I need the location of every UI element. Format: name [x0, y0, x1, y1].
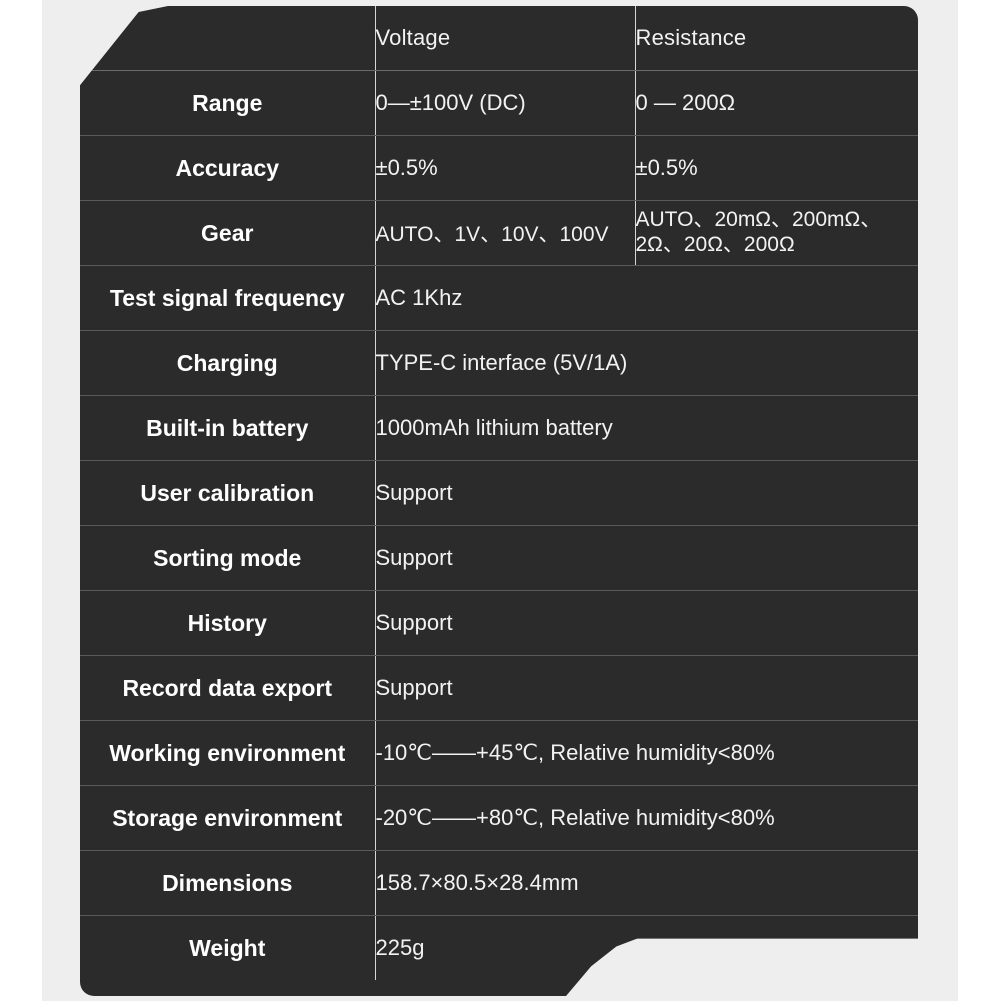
row-value-resistance: AUTO、20mΩ、200mΩ、 2Ω、20Ω、200Ω: [635, 200, 918, 266]
table-row: Storage environment -20℃——+80℃, Relative…: [80, 785, 918, 851]
header-cell-resistance: Resistance: [635, 6, 918, 71]
row-label: Gear: [80, 200, 376, 266]
row-label: Test signal frequency: [80, 265, 376, 331]
row-value: 1000mAh lithium battery: [375, 395, 918, 461]
row-label: Built-in battery: [80, 395, 376, 461]
row-value-voltage: ±0.5%: [375, 135, 636, 201]
row-label: Sorting mode: [80, 525, 376, 591]
row-label: Working environment: [80, 720, 376, 786]
row-value-voltage: 0—±100V (DC): [375, 70, 636, 136]
row-label: User calibration: [80, 460, 376, 526]
row-value-resistance: 0 — 200Ω: [635, 70, 918, 136]
table-row: Built-in battery 1000mAh lithium battery: [80, 395, 918, 461]
table-row: Working environment -10℃——+45℃, Relative…: [80, 720, 918, 786]
table-row: Charging TYPE-C interface (5V/1A): [80, 330, 918, 396]
row-label: History: [80, 590, 376, 656]
row-label: Range: [80, 70, 376, 136]
row-label: Record data export: [80, 655, 376, 721]
row-value: Support: [375, 590, 918, 656]
row-value-voltage: AUTO、1V、10V、100V: [375, 200, 636, 266]
row-value: -20℃——+80℃, Relative humidity<80%: [375, 785, 918, 851]
table-row: History Support: [80, 590, 918, 656]
row-value-resistance-line2: 2Ω、20Ω、200Ω: [635, 233, 795, 256]
row-value: Support: [375, 460, 918, 526]
table-row: Accuracy ±0.5% ±0.5%: [80, 135, 918, 201]
row-value-resistance-line1: AUTO、20mΩ、200mΩ、: [635, 208, 882, 232]
row-value: 158.7×80.5×28.4mm: [375, 850, 918, 916]
row-value: Support: [375, 655, 918, 721]
table-row: Record data export Support: [80, 655, 918, 721]
row-value: TYPE-C interface (5V/1A): [375, 330, 918, 396]
table-row: Sorting mode Support: [80, 525, 918, 591]
row-label: Accuracy: [80, 135, 376, 201]
row-label: Storage environment: [80, 785, 376, 851]
row-label: Dimensions: [80, 850, 376, 916]
row-label: Charging: [80, 330, 376, 396]
table-row: User calibration Support: [80, 460, 918, 526]
page-root: Voltage Resistance Range 0—±100V (DC) 0 …: [0, 0, 1001, 1001]
table-header-row: Voltage Resistance: [80, 6, 918, 71]
specification-table: Voltage Resistance Range 0—±100V (DC) 0 …: [80, 6, 918, 980]
row-value: -10℃——+45℃, Relative humidity<80%: [375, 720, 918, 786]
spec-table-card: Voltage Resistance Range 0—±100V (DC) 0 …: [80, 6, 918, 996]
table-row: Gear AUTO、1V、10V、100V AUTO、20mΩ、200mΩ、 2…: [80, 200, 918, 266]
row-value: AC 1Khz: [375, 265, 918, 331]
header-cell-voltage: Voltage: [375, 6, 636, 71]
row-label: Weight: [80, 915, 376, 980]
row-value-resistance: ±0.5%: [635, 135, 918, 201]
row-value: Support: [375, 525, 918, 591]
table-row: Range 0—±100V (DC) 0 — 200Ω: [80, 70, 918, 136]
table-row: Test signal frequency AC 1Khz: [80, 265, 918, 331]
table-row: Dimensions 158.7×80.5×28.4mm: [80, 850, 918, 916]
